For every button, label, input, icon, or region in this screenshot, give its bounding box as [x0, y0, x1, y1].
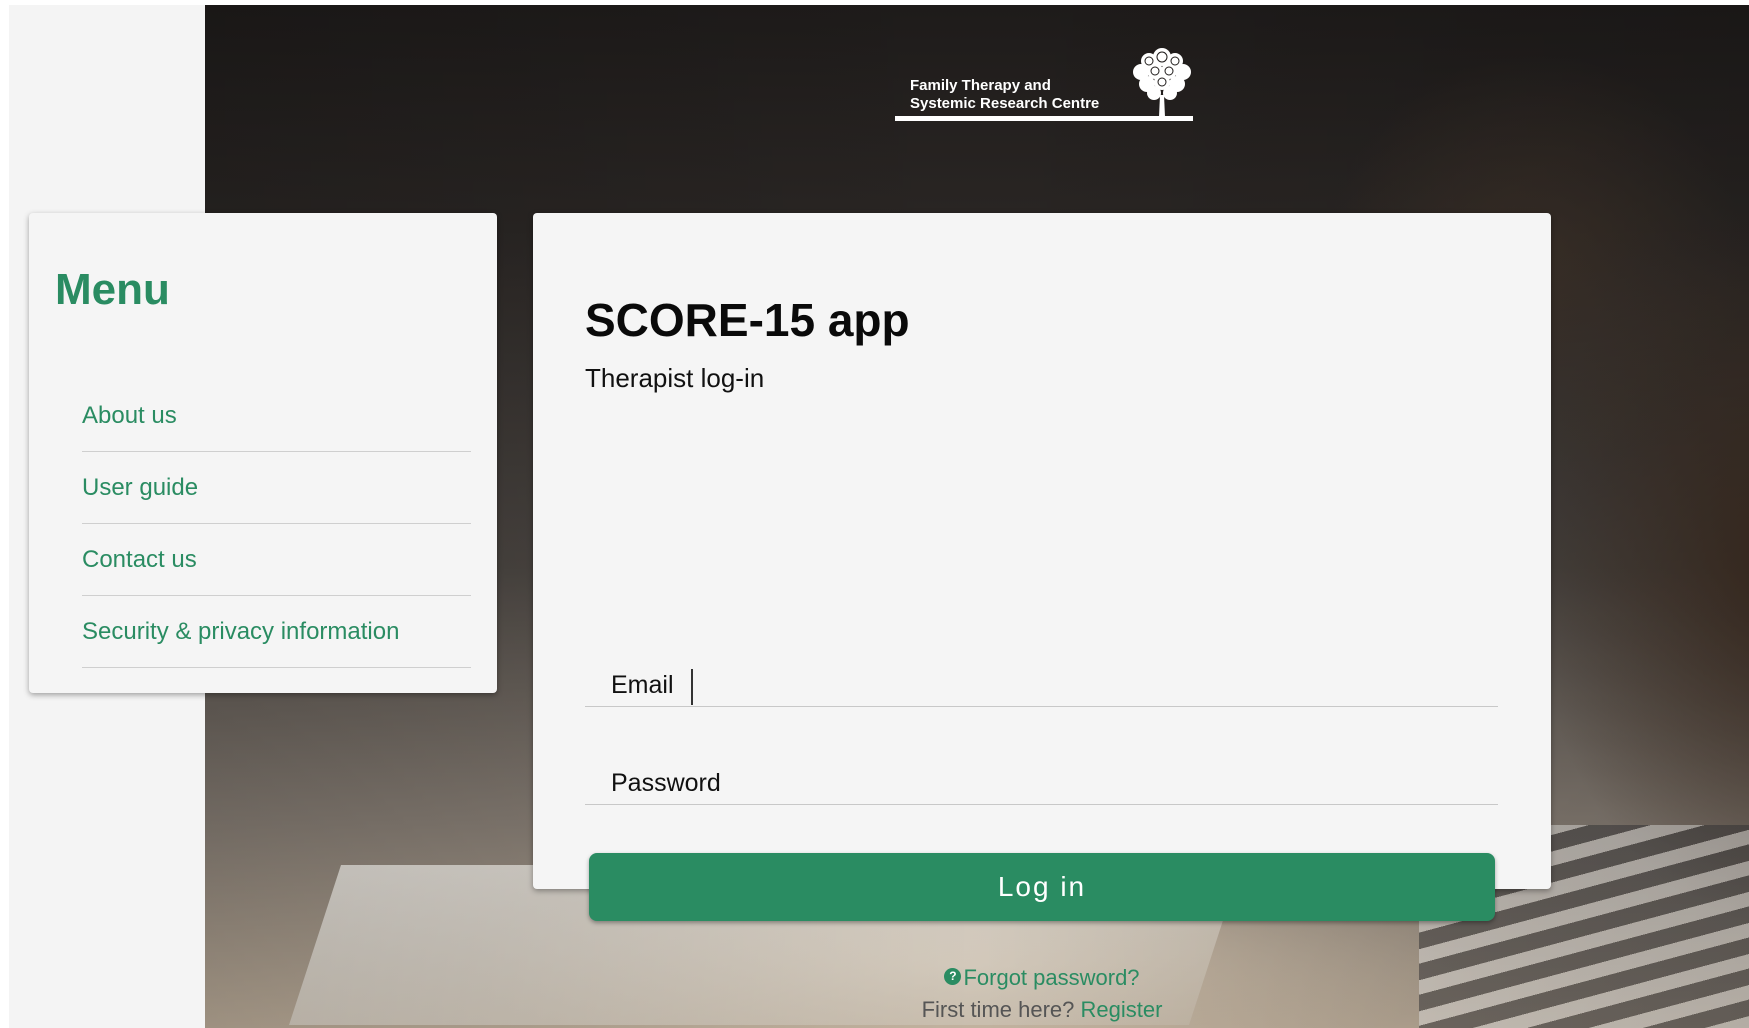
password-input[interactable]: [585, 739, 1498, 804]
menu-title: Menu: [55, 265, 170, 314]
forgot-password-label: Forgot password?: [963, 965, 1140, 990]
menu-list: About us User guide Contact us Security …: [82, 380, 471, 668]
forgot-password-link[interactable]: ? Forgot password?: [944, 965, 1140, 990]
page: Family Therapy and Systemic Research Cen…: [9, 5, 1749, 1028]
menu-item-user-guide: User guide: [82, 452, 471, 524]
menu-item-about-us: About us: [82, 380, 471, 452]
logo-underline: [895, 116, 1193, 121]
register-link[interactable]: Register: [1081, 997, 1163, 1022]
page-title: SCORE-15 app: [585, 294, 910, 346]
menu-link-about-us[interactable]: About us: [82, 402, 177, 430]
tree-icon: [1133, 48, 1191, 121]
question-circle-icon: ?: [944, 968, 962, 985]
centre-logo: Family Therapy and Systemic Research Cen…: [895, 45, 1193, 121]
menu-link-security-privacy[interactable]: Security & privacy information: [82, 618, 399, 646]
logo-line-1: Family Therapy and: [910, 77, 1051, 94]
menu-link-contact-us[interactable]: Contact us: [82, 546, 197, 574]
logo-line-2: Systemic Research Centre: [910, 95, 1100, 112]
forgot-password-row: ? Forgot password?: [533, 965, 1551, 991]
page-subtitle: Therapist log-in: [585, 363, 765, 393]
email-input[interactable]: [585, 641, 1498, 706]
menu-item-contact-us: Contact us: [82, 524, 471, 596]
menu-panel: Menu About us User guide Contact us Secu…: [29, 213, 497, 693]
menu-link-user-guide[interactable]: User guide: [82, 474, 198, 502]
first-time-text: First time here?: [921, 997, 1075, 1022]
login-button[interactable]: Log in: [589, 853, 1495, 921]
email-field: Email: [585, 641, 1498, 707]
text-cursor: [691, 669, 693, 705]
password-field: Password: [585, 739, 1498, 805]
register-row: First time here? Register: [533, 997, 1551, 1023]
menu-item-security-privacy: Security & privacy information: [82, 596, 471, 668]
login-card: SCORE-15 app Therapist log-in Email Pass…: [533, 213, 1551, 1022]
logo-text: Family Therapy and Systemic Research Cen…: [910, 77, 1099, 113]
